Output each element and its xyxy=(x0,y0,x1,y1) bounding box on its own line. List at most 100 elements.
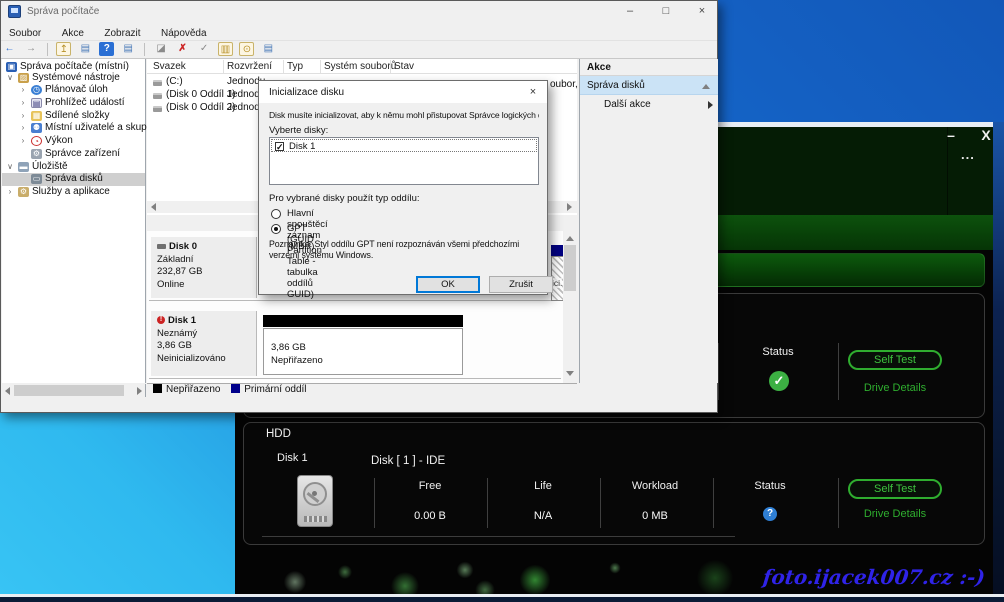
menu-zobrazit[interactable]: Zobrazit xyxy=(96,26,148,41)
help-icon[interactable]: ? xyxy=(99,42,114,56)
scrollbar-thumb[interactable] xyxy=(14,385,124,396)
performance-icon: ◔ xyxy=(31,136,42,146)
free-column-label: Free xyxy=(395,480,465,492)
volume-icon xyxy=(153,93,162,99)
menu-akce[interactable]: Akce xyxy=(54,26,92,41)
radio-selected-icon[interactable] xyxy=(271,224,281,234)
disk1-unallocated-bar xyxy=(263,315,463,327)
disk0-partition-text-fragment: ici. xyxy=(552,278,562,288)
status-ok-icon: ✓ xyxy=(769,371,789,391)
status-flag-icon[interactable]: ◪ xyxy=(154,42,169,56)
tree-item-event-viewer[interactable]: › ▤ Prohlížeč událostí xyxy=(2,97,145,110)
properties-window-icon[interactable]: ▤ xyxy=(121,42,136,56)
dialog-title: Inicializace disku xyxy=(269,87,344,98)
actions-more-actions[interactable]: Další akce xyxy=(580,95,718,114)
radio-unselected-icon[interactable] xyxy=(271,209,281,219)
hdd-disk-title: Disk [ 1 ] - IDE xyxy=(371,455,445,467)
column-system-souboru[interactable]: Systém souborů xyxy=(324,61,396,72)
column-svazek[interactable]: Svazek xyxy=(153,61,186,72)
tree-item-shared-folders[interactable]: › ▦ Sdílené složky xyxy=(2,110,145,123)
toolbar: ← → ↥ ▤ ? ▤ ◪ ✗ ✓ ▥ ⊙ ▤ xyxy=(1,41,717,59)
dialog-message: Disk musíte inicializovat, aby k němu mo… xyxy=(269,110,539,120)
tree-item-task-scheduler[interactable]: › ◷ Plánovač úloh xyxy=(2,84,145,97)
column-typ[interactable]: Typ xyxy=(287,61,303,72)
hdd-section-label: HDD xyxy=(266,428,291,440)
disk1-unallocated-region[interactable]: 3,86 GB Nepřiřazeno xyxy=(263,328,463,375)
scroll-left-icon[interactable] xyxy=(5,387,10,395)
upper-drive-details-link[interactable]: Drive Details xyxy=(845,382,945,394)
screen-bottom-strip xyxy=(0,597,1004,602)
scroll-down-icon[interactable] xyxy=(566,371,574,376)
app-menu-dots-icon[interactable]: ... xyxy=(961,150,991,162)
views-icon[interactable]: ▥ xyxy=(218,42,233,56)
gpt-note: Poznámka: Styl oddílu GPT není rozpoznáv… xyxy=(269,239,541,261)
forward-icon[interactable]: → xyxy=(23,42,38,56)
find-icon[interactable]: ⊙ xyxy=(239,42,254,56)
show-console-tree-icon[interactable]: ▤ xyxy=(78,42,93,56)
dialog-close-icon[interactable]: × xyxy=(523,85,543,100)
scroll-right-icon[interactable] xyxy=(137,387,142,395)
cancel-button[interactable]: Zrušit xyxy=(489,276,553,293)
workload-column-label: Workload xyxy=(620,480,690,492)
shared-folder-icon: ▦ xyxy=(31,111,42,121)
tree-item-performance[interactable]: › ◔ Výkon xyxy=(2,135,145,148)
tree-horizontal-scrollbar[interactable] xyxy=(2,384,146,397)
tree-item-storage[interactable]: ∨ ▬ Úložiště xyxy=(2,161,145,174)
export-list-icon[interactable]: ↥ xyxy=(56,42,71,56)
console-window-icon[interactable]: ▤ xyxy=(261,42,276,56)
disk-icon xyxy=(157,244,166,249)
close-button[interactable]: × xyxy=(687,3,717,20)
menu-napoveda[interactable]: Nápověda xyxy=(153,26,215,41)
scroll-up-icon[interactable] xyxy=(566,236,574,241)
column-divider xyxy=(713,478,714,528)
scrollbar-thumb[interactable] xyxy=(564,245,576,291)
users-icon: ⚉ xyxy=(31,123,42,133)
hdd-status-label: Status xyxy=(735,480,805,492)
collapse-icon[interactable] xyxy=(702,84,710,89)
scroll-right-icon[interactable] xyxy=(567,203,572,211)
life-column-label: Life xyxy=(508,480,578,492)
toolbar-separator xyxy=(47,43,48,56)
tree-item-system-tools[interactable]: ∨ ▨ Systémové nástroje xyxy=(2,72,145,85)
column-stav[interactable]: Stav xyxy=(394,61,414,72)
menu-bar: Soubor Akce Zobrazit Nápověda xyxy=(1,23,717,41)
tree-item-disk-management[interactable]: ▭ Správa disků xyxy=(2,173,145,186)
menu-soubor[interactable]: Soubor xyxy=(1,26,49,41)
event-log-icon: ▤ xyxy=(31,98,42,108)
tree-item-local-users-groups[interactable]: › ⚉ Místní uživatelé a skupi xyxy=(2,122,145,135)
disk-error-icon: ! xyxy=(157,316,165,324)
app-minimize-button[interactable]: – xyxy=(940,128,962,144)
upper-self-test-button[interactable]: Self Test xyxy=(848,350,942,370)
volume-list-header[interactable]: Svazek Rozvržení Typ Systém souborů Stav xyxy=(147,59,577,74)
hdd-drive-icon xyxy=(297,475,333,527)
window-title: Správa počítače xyxy=(27,6,99,17)
hdd-disk-name: Disk 1 xyxy=(277,452,308,464)
hdd-self-test-button[interactable]: Self Test xyxy=(848,479,942,499)
cm-titlebar[interactable]: Správa počítače – □ × xyxy=(1,1,717,23)
back-icon[interactable]: ← xyxy=(2,42,17,56)
select-disks-label: Vyberte disky: xyxy=(269,125,328,136)
actions-group-disk-management[interactable]: Správa disků xyxy=(580,76,718,95)
dialog-titlebar[interactable]: Inicializace disku × xyxy=(259,81,547,103)
disk-listbox[interactable]: ✓ Disk 1 xyxy=(269,137,539,185)
hdd-drive-details-link[interactable]: Drive Details xyxy=(845,508,945,520)
tree-item-services-applications[interactable]: › ⚙ Služby a aplikace xyxy=(2,186,145,199)
column-rozvrzeni[interactable]: Rozvržení xyxy=(227,61,272,72)
column-divider xyxy=(374,478,375,528)
tree-item-device-manager[interactable]: ⚙ Správce zařízení xyxy=(2,148,145,161)
app-close-button[interactable]: X xyxy=(975,128,997,144)
disk1-list-option[interactable]: ✓ Disk 1 xyxy=(271,139,537,152)
ok-button[interactable]: OK xyxy=(416,276,480,293)
disk1-checkbox[interactable]: ✓ xyxy=(275,142,284,151)
column-divider xyxy=(600,478,601,528)
disk1-label-block[interactable]: !Disk 1 Neznámý 3,86 GB Neinicializováno xyxy=(151,311,257,376)
scroll-left-icon[interactable] xyxy=(151,203,156,211)
delete-icon[interactable]: ✗ xyxy=(175,42,190,56)
disk0-label-block[interactable]: Disk 0 Základní 232,87 GB Online xyxy=(151,237,257,298)
disks-vertical-scrollbar[interactable] xyxy=(563,231,577,383)
maximize-button[interactable]: □ xyxy=(651,3,681,20)
disk1-row[interactable]: !Disk 1 Neznámý 3,86 GB Neinicializováno… xyxy=(149,309,561,379)
submenu-arrow-icon[interactable] xyxy=(708,101,713,109)
minimize-button[interactable]: – xyxy=(615,3,645,20)
check-doc-icon[interactable]: ✓ xyxy=(197,42,212,56)
